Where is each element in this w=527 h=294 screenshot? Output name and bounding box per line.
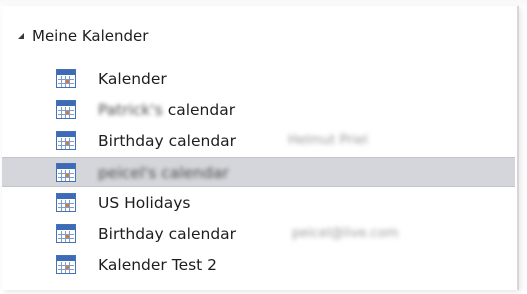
calendar-word: calendar	[167, 101, 236, 119]
expand-arrow-icon[interactable]	[18, 33, 24, 39]
calendar-pane: Meine Kalender Kalender Patrick's calend…	[0, 0, 527, 294]
redacted-owner-name: Patrick's	[98, 101, 163, 119]
calendar-item-label: US Holidays	[98, 194, 191, 212]
calendar-icon	[56, 69, 76, 88]
calendar-owner-label: peicel@live.com	[292, 226, 399, 241]
group-label: Meine Kalender	[32, 27, 149, 45]
calendar-item-birthday-calendar-2[interactable]: Birthday calendar peicel@live.com	[2, 219, 515, 249]
calendar-icon	[56, 255, 76, 274]
calendar-item-label: Birthday calendar	[98, 225, 237, 243]
calendar-navigation-panel: Meine Kalender Kalender Patrick's calend…	[2, 6, 519, 290]
calendar-icon	[56, 100, 76, 119]
calendar-owner-label: Helmut Priel	[288, 133, 368, 148]
calendar-item-peicels-calendar[interactable]: peicel's calendar	[2, 157, 515, 187]
calendar-icon	[56, 193, 76, 212]
calendar-item-label: Birthday calendar	[98, 132, 237, 150]
calendar-icon	[56, 163, 76, 182]
calendar-item-us-holidays[interactable]: US Holidays	[2, 188, 515, 218]
calendar-icon	[56, 224, 76, 243]
calendar-icon	[56, 131, 76, 150]
calendar-item-label: Patrick's calendar	[98, 100, 235, 120]
calendar-item-label: Kalender	[98, 70, 167, 88]
calendar-item-patricks-calendar[interactable]: Patrick's calendar	[2, 95, 515, 125]
calendar-item-label: Kalender Test 2	[98, 256, 218, 274]
group-header-meine-kalender[interactable]: Meine Kalender	[18, 23, 148, 49]
calendar-item-kalender-test-2[interactable]: Kalender Test 2	[2, 250, 515, 280]
calendar-item-kalender[interactable]: Kalender	[2, 64, 515, 94]
calendar-item-label: peicel's calendar	[98, 164, 229, 182]
calendar-item-birthday-calendar-1[interactable]: Birthday calendar Helmut Priel	[2, 126, 515, 156]
